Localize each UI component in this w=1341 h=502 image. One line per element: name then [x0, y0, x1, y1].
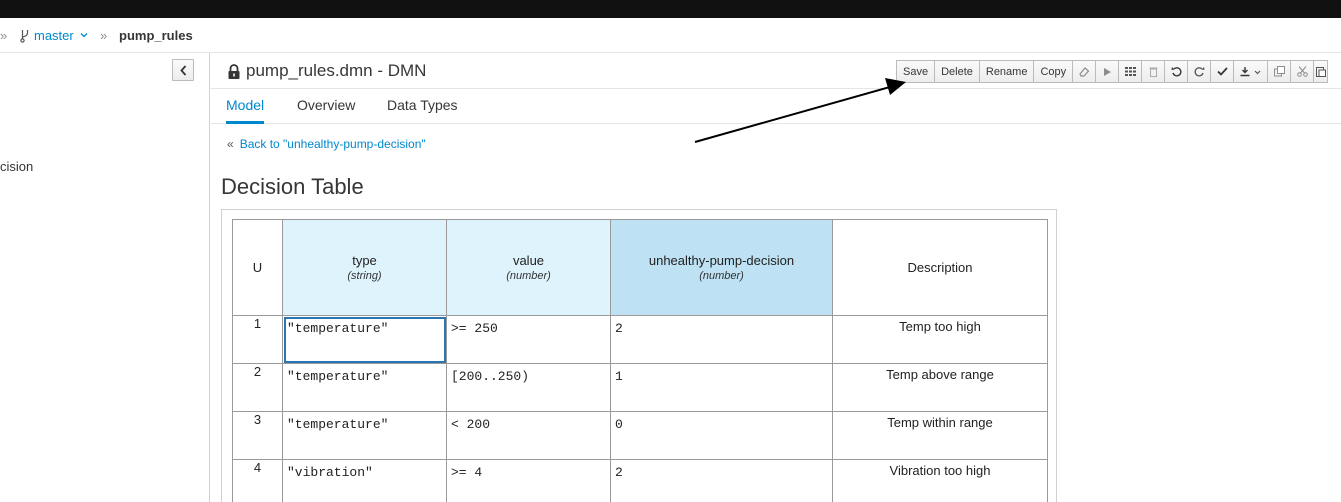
description-cell[interactable]: Temp above range: [832, 363, 1048, 412]
tab-model[interactable]: Model: [226, 97, 265, 124]
column-type: (number): [506, 270, 551, 282]
eraser-icon[interactable]: [1073, 60, 1097, 83]
description-cell[interactable]: Vibration too high: [832, 459, 1048, 502]
top-bar: [0, 0, 1341, 18]
play-icon[interactable]: [1096, 60, 1120, 83]
tab-data-types[interactable]: Data Types: [387, 97, 458, 124]
column-name: type: [352, 253, 377, 268]
download-dropdown-icon[interactable]: [1234, 60, 1269, 83]
row-number[interactable]: 2: [232, 363, 283, 412]
output-cell[interactable]: 1: [610, 363, 833, 412]
row-number[interactable]: 3: [232, 411, 283, 460]
undo-icon[interactable]: [1165, 60, 1189, 83]
input-column-header[interactable]: value (number): [446, 219, 611, 316]
input-cell[interactable]: "temperature": [282, 411, 447, 460]
input-cell[interactable]: "temperature": [282, 363, 447, 412]
left-panel: cision: [0, 53, 210, 502]
row-number[interactable]: 4: [232, 459, 283, 502]
document-title: pump_rules.dmn - DMN: [246, 61, 427, 80]
chevron-left-icon: [180, 65, 187, 76]
section-title: Decision Table: [221, 174, 364, 199]
description-cell[interactable]: Temp within range: [832, 411, 1048, 460]
annotation-column-header[interactable]: Description: [832, 219, 1048, 316]
column-name: unhealthy-pump-decision: [648, 253, 795, 268]
copy-button[interactable]: Copy: [1034, 60, 1074, 83]
input-cell[interactable]: "temperature": [282, 315, 447, 364]
input-cell[interactable]: >= 4: [446, 459, 611, 502]
row-number[interactable]: 1: [232, 315, 283, 364]
input-cell[interactable]: < 200: [446, 411, 611, 460]
input-cell[interactable]: >= 250: [446, 315, 611, 364]
delete-button[interactable]: Delete: [935, 60, 980, 83]
back-link[interactable]: « Back to "unhealthy-pump-decision": [227, 137, 426, 151]
cut-icon[interactable]: [1291, 60, 1315, 83]
save-button[interactable]: Save: [896, 60, 936, 83]
input-cell[interactable]: [200..250): [446, 363, 611, 412]
paste-icon[interactable]: [1314, 60, 1329, 83]
decision-table-container: U type (string) value (number) unhealthy…: [221, 209, 1057, 502]
trash-icon[interactable]: [1142, 60, 1166, 83]
left-panel-item[interactable]: cision: [0, 159, 33, 174]
output-cell[interactable]: 2: [610, 315, 833, 364]
description-cell[interactable]: Temp too high: [832, 315, 1048, 364]
redo-icon[interactable]: [1188, 60, 1212, 83]
breadcrumb: » master » pump_rules: [0, 18, 1341, 53]
duplicate-icon[interactable]: [1268, 60, 1292, 83]
validate-check-icon[interactable]: [1211, 60, 1235, 83]
branch-icon: [20, 30, 29, 43]
editor-tabs: Model Overview Data Types: [211, 89, 1341, 124]
hit-policy-cell[interactable]: U: [232, 219, 283, 316]
output-column-header[interactable]: unhealthy-pump-decision (number): [610, 219, 833, 316]
column-name: value: [512, 253, 545, 268]
table-row: 3 "temperature" < 200 0 Temp within rang…: [232, 411, 1048, 460]
double-chevron-left-icon: «: [227, 137, 234, 151]
back-link-label: Back to "unhealthy-pump-decision": [239, 137, 426, 151]
input-column-header[interactable]: type (string): [282, 219, 447, 316]
grid-icon[interactable]: [1119, 60, 1143, 83]
branch-selector[interactable]: master: [34, 28, 74, 43]
tab-overview[interactable]: Overview: [297, 97, 355, 124]
collapse-panel-button[interactable]: [172, 59, 194, 81]
output-cell[interactable]: 2: [610, 459, 833, 502]
output-cell[interactable]: 0: [610, 411, 833, 460]
column-type: (number): [699, 270, 744, 282]
breadcrumb-project[interactable]: pump_rules: [119, 28, 193, 43]
table-row: 2 "temperature" [200..250) 1 Temp above …: [232, 363, 1048, 412]
lock-icon: [228, 64, 240, 79]
editor: pump_rules.dmn - DMN Save Delete Rename …: [211, 53, 1341, 502]
column-type: (string): [347, 270, 382, 282]
breadcrumb-separator: »: [100, 28, 108, 43]
column-name: Description: [907, 260, 973, 275]
breadcrumb-separator: »: [0, 28, 8, 43]
table-row: 4 "vibration" >= 4 2 Vibration too high: [232, 459, 1048, 502]
editor-title-bar: pump_rules.dmn - DMN Save Delete Rename …: [211, 53, 1341, 89]
table-row: 1 "temperature" >= 250 2 Temp too high: [232, 315, 1048, 364]
editor-toolbar: Save Delete Rename Copy: [896, 60, 1329, 83]
rename-button[interactable]: Rename: [979, 60, 1035, 83]
decision-table: U type (string) value (number) unhealthy…: [232, 219, 1048, 502]
chevron-down-icon[interactable]: [79, 30, 89, 40]
input-cell[interactable]: "vibration": [282, 459, 447, 502]
